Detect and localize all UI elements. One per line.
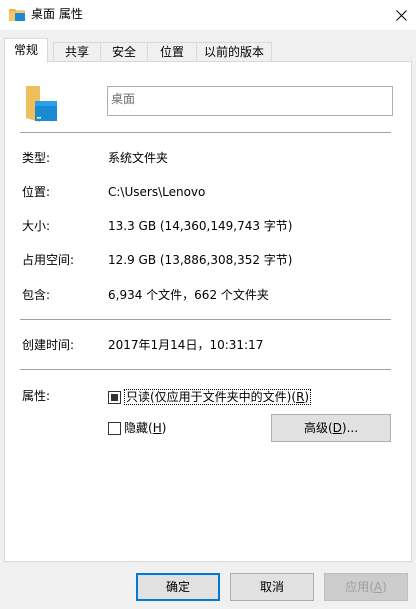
contains-label: 包含:: [22, 288, 51, 302]
disk-size-label: 占用空间:: [22, 253, 75, 267]
tab-general[interactable]: 常规: [4, 38, 48, 63]
attributes-label: 属性:: [22, 389, 51, 403]
created-label: 创建时间:: [22, 338, 75, 352]
separator: [20, 132, 391, 133]
folder-name-field[interactable]: [107, 86, 393, 116]
tab-bar: 常规 共享 安全 位置 以前的版本: [4, 38, 412, 63]
size-label: 大小:: [22, 219, 51, 233]
hidden-checkbox[interactable]: [108, 422, 121, 435]
tab-sharing[interactable]: 共享: [53, 42, 101, 62]
tab-previous-versions[interactable]: 以前的版本: [196, 42, 272, 62]
close-icon: [395, 9, 407, 21]
folder-icon: [9, 9, 25, 21]
disk-size-value: 12.9 GB (13,886,308,352 字节): [108, 253, 293, 267]
readonly-checkbox-label[interactable]: 只读(仅应用于文件夹中的文件)(R): [124, 389, 312, 405]
size-value: 13.3 GB (14,360,149,743 字节): [108, 219, 293, 233]
ok-button[interactable]: 确定: [136, 573, 220, 601]
location-label: 位置:: [22, 185, 51, 199]
type-label: 类型:: [22, 151, 51, 165]
hidden-checkbox-label[interactable]: 隐藏(H): [124, 421, 166, 435]
general-panel: [4, 61, 412, 562]
close-button[interactable]: [386, 0, 416, 30]
separator: [20, 319, 391, 320]
apply-button[interactable]: 应用(A): [324, 573, 408, 601]
desktop-folder-icon: [26, 86, 57, 122]
location-value: C:\Users\Lenovo: [108, 185, 206, 199]
title-bar: 桌面 属性: [0, 0, 416, 30]
type-value: 系统文件夹: [108, 151, 169, 165]
tab-location[interactable]: 位置: [147, 42, 197, 62]
contains-value: 6,934 个文件，662 个文件夹: [108, 288, 269, 302]
cancel-button[interactable]: 取消: [230, 573, 314, 601]
created-value: 2017年1月14日，10:31:17: [108, 338, 264, 352]
window-title: 桌面 属性: [31, 7, 83, 21]
tab-security[interactable]: 安全: [100, 42, 148, 62]
separator: [20, 369, 391, 370]
advanced-button[interactable]: 高级(D)...: [271, 414, 391, 442]
readonly-checkbox[interactable]: [108, 391, 121, 404]
